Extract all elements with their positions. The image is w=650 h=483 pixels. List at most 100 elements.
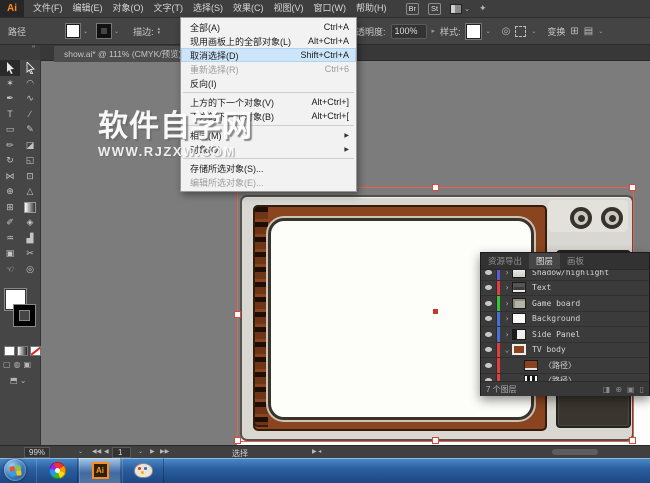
mesh-tool[interactable]: ⊞ bbox=[0, 200, 20, 216]
visibility-eye-icon[interactable] bbox=[481, 296, 497, 311]
fill-dropdown-icon[interactable]: ⌄ bbox=[83, 28, 88, 35]
workspace-switcher-button[interactable]: ⌄ bbox=[450, 4, 470, 14]
menubar-item[interactable]: 文字(T) bbox=[149, 0, 189, 17]
rectangle-tool[interactable]: ▭ bbox=[0, 122, 20, 138]
opacity-value[interactable]: 100% bbox=[391, 24, 427, 39]
expand-arrow-icon[interactable]: › bbox=[502, 270, 512, 277]
layer-row[interactable]: › Side Panel bbox=[481, 327, 649, 343]
rotate-tool[interactable]: ↻ bbox=[0, 153, 20, 169]
start-button[interactable] bbox=[4, 459, 26, 481]
column-graph-tool[interactable]: ▟ bbox=[20, 231, 40, 247]
document-tab[interactable]: show.ai* @ 111% (CMYK/预览) bbox=[54, 46, 192, 62]
magic-wand-tool[interactable]: ✶ bbox=[0, 76, 20, 92]
layer-name[interactable]: Side Panel bbox=[532, 330, 580, 339]
cs-live-icon[interactable]: ✦ bbox=[479, 3, 487, 14]
visibility-eye-icon[interactable] bbox=[481, 374, 497, 382]
type-tool[interactable]: T bbox=[0, 107, 20, 123]
selection-handle[interactable] bbox=[629, 437, 636, 444]
layers-tab[interactable]: 图层 bbox=[529, 253, 560, 269]
pen-tool[interactable]: ✒ bbox=[0, 91, 20, 107]
visibility-eye-icon[interactable] bbox=[481, 270, 497, 280]
scale-tool[interactable]: ◱ bbox=[20, 153, 40, 169]
bridge-button[interactable]: Br bbox=[406, 3, 420, 15]
tv-knob-right[interactable] bbox=[601, 207, 623, 229]
selection-handle[interactable] bbox=[432, 437, 439, 444]
stock-button[interactable]: St bbox=[428, 3, 441, 15]
menubar-item[interactable]: 帮助(H) bbox=[351, 0, 392, 17]
zoom-level-value[interactable]: 99% bbox=[24, 447, 50, 458]
layer-name[interactable]: Shadow/highlight bbox=[532, 270, 609, 277]
align-panel-icon[interactable]: ⊞ bbox=[570, 26, 578, 37]
stroke-dropdown-icon[interactable]: ⌄ bbox=[114, 28, 119, 35]
zoom-dropdown-icon[interactable]: ⌄ bbox=[78, 448, 83, 455]
layer-row[interactable]: › Background bbox=[481, 312, 649, 328]
select-menu-item[interactable]: 上方的下一个对象(V)Alt+Ctrl+] bbox=[181, 95, 356, 109]
selection-handle[interactable] bbox=[432, 184, 439, 191]
none-button[interactable] bbox=[30, 346, 41, 356]
style-dropdown-icon[interactable]: ⌄ bbox=[486, 28, 491, 35]
isolate-icon[interactable]: ▤ bbox=[584, 26, 593, 37]
layer-thumbnail[interactable] bbox=[512, 298, 526, 309]
paintbrush-tool[interactable]: ✎ bbox=[20, 122, 40, 138]
visibility-eye-icon[interactable] bbox=[481, 281, 497, 296]
expand-arrow-icon[interactable]: › bbox=[502, 330, 512, 339]
style-swatch[interactable] bbox=[466, 24, 481, 39]
layer-name[interactable]: TV body bbox=[532, 345, 566, 354]
direct-selection-tool[interactable] bbox=[20, 60, 40, 76]
selection-handle[interactable] bbox=[629, 184, 636, 191]
expand-arrow-icon[interactable]: › bbox=[502, 283, 512, 292]
prev-artboard-icon[interactable]: ◀ bbox=[104, 448, 109, 455]
layer-name[interactable]: Background bbox=[532, 314, 580, 323]
symbol-sprayer-tool[interactable]: ♒ bbox=[0, 231, 20, 247]
next-artboard-icon[interactable]: ▶ bbox=[150, 448, 155, 455]
curvature-tool[interactable]: ∿ bbox=[20, 91, 40, 107]
draw-behind-icon[interactable]: ◍ bbox=[14, 360, 21, 369]
select-similar-dropdown-icon[interactable]: ⌄ bbox=[531, 28, 536, 35]
menubar-item[interactable]: 窗口(W) bbox=[309, 0, 352, 17]
stroke-weight-stepper[interactable]: ▲▼ bbox=[157, 27, 161, 35]
taskbar-app-illustrator[interactable]: Ai bbox=[79, 458, 121, 483]
layers-tab[interactable]: 资源导出 bbox=[481, 253, 529, 269]
layer-row[interactable]: ⌄TV body bbox=[481, 343, 649, 359]
clip-mask-icon[interactable]: ◨ bbox=[603, 385, 611, 394]
more-options-dropdown-icon[interactable]: ⌄ bbox=[598, 28, 603, 35]
visibility-eye-icon[interactable] bbox=[481, 312, 497, 327]
visibility-eye-icon[interactable] bbox=[481, 358, 497, 373]
hand-tool[interactable]: ☜ bbox=[0, 262, 20, 278]
draw-normal-icon[interactable]: ▢ bbox=[3, 360, 11, 369]
opacity-panel-arrow-icon[interactable]: ▸ bbox=[432, 27, 436, 35]
width-tool[interactable]: ⋈ bbox=[0, 169, 20, 185]
stroke-color-swatch[interactable] bbox=[97, 24, 111, 38]
slice-tool[interactable]: ✂ bbox=[20, 246, 40, 262]
draw-inside-icon[interactable]: ▣ bbox=[24, 360, 32, 369]
layer-name[interactable]: Text bbox=[532, 283, 551, 292]
perspective-grid-tool[interactable]: △ bbox=[20, 184, 40, 200]
select-menu-item[interactable]: 全部(A)Ctrl+A bbox=[181, 20, 356, 34]
menubar-item[interactable]: 选择(S) bbox=[188, 0, 228, 17]
layer-name[interactable]: 〈路径〉 bbox=[544, 360, 576, 371]
expand-arrow-icon[interactable]: › bbox=[502, 314, 512, 323]
menubar-item[interactable]: 效果(C) bbox=[228, 0, 269, 17]
layer-row[interactable]: › Text bbox=[481, 281, 649, 297]
menubar-item[interactable]: 视图(V) bbox=[269, 0, 309, 17]
layer-row[interactable]: › Shadow/highlight bbox=[481, 270, 649, 281]
last-artboard-icon[interactable]: ▶▶ bbox=[160, 448, 169, 455]
pencil-tool[interactable]: ✏ bbox=[0, 138, 20, 154]
layer-thumbnail[interactable] bbox=[512, 313, 526, 324]
screen-mode-button[interactable]: ⬒ ⌄ bbox=[10, 376, 26, 385]
selection-center-point[interactable] bbox=[433, 309, 438, 314]
free-transform-tool[interactable]: ⊡ bbox=[20, 169, 40, 185]
horizontal-scrollbar-thumb[interactable] bbox=[552, 449, 598, 455]
new-layer-icon[interactable]: ▣ bbox=[627, 385, 635, 394]
select-menu-item[interactable]: 反向(I) bbox=[181, 76, 356, 90]
layer-thumbnail[interactable] bbox=[524, 360, 538, 371]
layer-thumbnail[interactable] bbox=[524, 375, 538, 381]
layer-thumbnail[interactable] bbox=[512, 344, 526, 355]
select-menu-item[interactable]: 下方的下一个对象(B)Alt+Ctrl+[ bbox=[181, 109, 356, 123]
selection-handle[interactable] bbox=[234, 437, 241, 444]
layer-row[interactable]: 〈路径〉 bbox=[481, 358, 649, 374]
first-artboard-icon[interactable]: ◀◀ bbox=[92, 448, 101, 455]
select-menu-item[interactable]: 现用画板上的全部对象(L)Alt+Ctrl+A bbox=[181, 34, 356, 48]
selection-handle[interactable] bbox=[234, 311, 241, 318]
new-sublayer-icon[interactable]: ⊕ bbox=[615, 385, 622, 394]
